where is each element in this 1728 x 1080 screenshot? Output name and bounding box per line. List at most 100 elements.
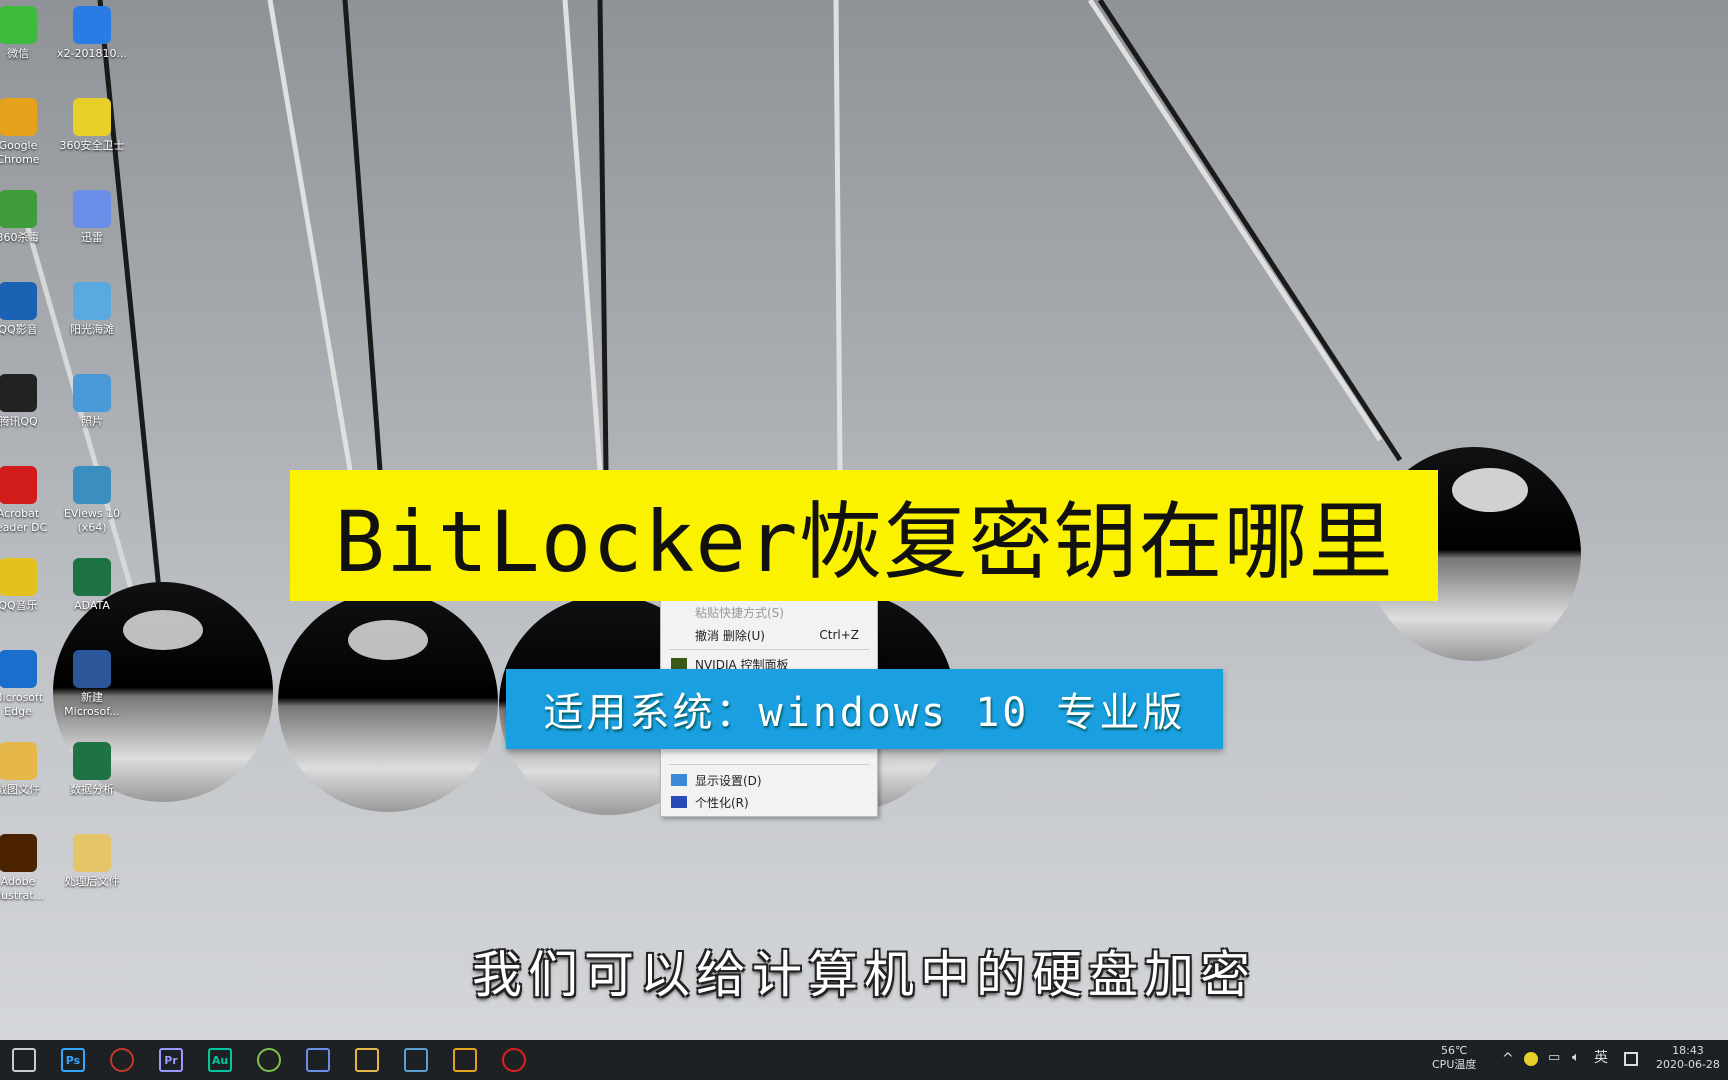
cpu-temp-label: CPU温度 <box>1432 1058 1477 1071</box>
word-file-icon <box>73 650 111 688</box>
chevron-up-icon[interactable]: ^ <box>1502 1052 1514 1066</box>
volume-icon[interactable]: 🔈︎ <box>1572 1051 1580 1065</box>
taskbar-premiere-button[interactable]: Pr <box>159 1048 183 1072</box>
desktop-icon[interactable]: Adobe Illustrat... <box>0 834 58 903</box>
taskbar-task-view-button[interactable] <box>12 1048 36 1072</box>
desktop-icon[interactable]: QQ音乐 <box>0 558 58 613</box>
qq-music-icon <box>0 558 37 596</box>
qq-icon <box>0 374 37 412</box>
menu-item-label: 撤消 删除(U) <box>695 628 765 643</box>
qq-video-icon <box>0 282 37 320</box>
desktop-icon[interactable]: 360杀毒 <box>0 190 58 245</box>
chrome-icon <box>0 98 37 136</box>
desktop-icon[interactable]: 照片 <box>52 374 132 429</box>
desktop-icon[interactable]: Acrobat Reader DC <box>0 466 58 535</box>
audition-icon: Au <box>211 1053 229 1067</box>
360-safe-icon <box>73 98 111 136</box>
photoshop-icon: Ps <box>65 1053 81 1067</box>
desktop-icon-label: 处理后文件 <box>64 875 120 888</box>
folder-icon <box>73 834 111 872</box>
clock[interactable]: 18:43 2020-06-28 <box>1656 1044 1720 1072</box>
personalize-icon <box>671 796 687 808</box>
system-banner: 适用系统：windows 10 专业版 <box>506 669 1223 749</box>
excel-file-icon <box>73 742 111 780</box>
title-banner: BitLocker恢复密钥在哪里 <box>290 470 1438 601</box>
desktop-icon[interactable]: Google Chrome <box>0 98 58 167</box>
image-file-icon <box>73 282 111 320</box>
edge-icon <box>0 650 37 688</box>
ime-indicator[interactable]: 英 <box>1594 1051 1608 1065</box>
desktop-icon[interactable]: x2-201810... <box>52 6 132 61</box>
ime-mode-icon[interactable] <box>1624 1052 1638 1066</box>
desktop-icon[interactable]: ADATA <box>52 558 132 613</box>
menu-item-label: 显示设置(D) <box>695 773 762 788</box>
desktop-icon-label: EViews 10 (x64) <box>63 507 121 534</box>
menu-divider <box>669 764 869 765</box>
acrobat-icon <box>0 466 37 504</box>
menu-item-label: 粘贴快捷方式(S) <box>695 605 784 620</box>
taskbar-chrome-button[interactable] <box>453 1048 477 1072</box>
video-subtitle: 我们可以给计算机中的硬盘加密 <box>472 946 1256 1004</box>
menu-shortcut: Ctrl+Z <box>819 628 859 642</box>
taskbar-file-explorer-button[interactable] <box>355 1048 379 1072</box>
folder-icon <box>0 742 37 780</box>
desktop-icon-label: Acrobat Reader DC <box>0 507 48 534</box>
premiere-icon: Pr <box>164 1053 178 1067</box>
desktop-icon-label: x2-201810... <box>57 47 127 60</box>
desktop-icon[interactable]: Microsoft Edge <box>0 650 58 719</box>
desktop-icon-label: 微信 <box>7 47 29 60</box>
wechat-icon <box>0 6 37 44</box>
network-icon[interactable]: ▭ <box>1548 1051 1560 1065</box>
taskbar-app-green-button[interactable] <box>257 1048 281 1072</box>
360-antivirus-icon <box>0 190 37 228</box>
xunlei-icon <box>73 190 111 228</box>
cpu-temp-value: 56℃ <box>1441 1044 1468 1057</box>
taskbar: Ps Pr Au 56℃ CPU温度 ^ ▭ 🔈︎ 英 18:43 2020-06-28 <box>0 1040 1728 1080</box>
menu-item-label: 个性化(R) <box>695 795 749 810</box>
desktop-icon[interactable]: 迅雷 <box>52 190 132 245</box>
desktop-icon[interactable]: 阳光海滩 <box>52 282 132 337</box>
desktop-icon[interactable]: QQ影音 <box>0 282 58 337</box>
desktop-icon[interactable]: 截图文件 <box>0 742 58 797</box>
desktop-icon[interactable]: 数据分析 <box>52 742 132 797</box>
display-icon <box>671 774 687 786</box>
excel-file-icon <box>73 558 111 596</box>
desktop-icon[interactable]: 新建 Microsof... <box>52 650 132 719</box>
taskbar-photoshop-button[interactable]: Ps <box>61 1048 85 1072</box>
taskbar-app-red-button[interactable] <box>110 1048 134 1072</box>
desktop-icon[interactable]: EViews 10 (x64) <box>52 466 132 535</box>
desktop-icon-label: Adobe Illustrat... <box>0 875 45 902</box>
desktop-icon[interactable]: 微信 <box>0 6 58 61</box>
desktop-icon-label: Microsoft Edge <box>0 691 44 718</box>
desktop-icon-label: QQ音乐 <box>0 599 38 612</box>
desktop-icon-label: 腾讯QQ <box>0 415 38 428</box>
taskbar-app-book-button[interactable] <box>404 1048 428 1072</box>
360-tray-icon[interactable] <box>1524 1052 1538 1066</box>
taskbar-recorder-button[interactable] <box>502 1048 526 1072</box>
illustrator-icon <box>0 834 37 872</box>
cpu-temperature: 56℃ CPU温度 <box>1432 1044 1476 1072</box>
desktop-icon[interactable]: 360安全卫士 <box>52 98 132 153</box>
menu-item-undo-delete[interactable]: 撤消 删除(U) Ctrl+Z <box>661 624 877 646</box>
desktop-icon[interactable]: 腾讯QQ <box>0 374 58 429</box>
desktop-icon-label: 阳光海滩 <box>70 323 114 336</box>
desktop-icon-label: 数据分析 <box>70 783 114 796</box>
desktop-icon-label: 360安全卫士 <box>59 139 125 152</box>
desktop-icon-label: 照片 <box>81 415 103 428</box>
clock-date: 2020-06-28 <box>1656 1058 1720 1071</box>
menu-item-paste-shortcut[interactable]: 粘贴快捷方式(S) <box>661 601 877 623</box>
taskbar-audition-button[interactable]: Au <box>208 1048 232 1072</box>
menu-item-personalize[interactable]: 个性化(R) <box>661 791 877 813</box>
desktop-icon-label: ADATA <box>74 599 110 612</box>
desktop-icon-label: 截图文件 <box>0 783 40 796</box>
menu-item-display-settings[interactable]: 显示设置(D) <box>661 769 877 791</box>
menu-divider <box>669 649 869 650</box>
desktop-icon[interactable]: 处理后文件 <box>52 834 132 889</box>
desktop-icon-label: 新建 Microsof... <box>64 691 120 718</box>
clock-time: 18:43 <box>1672 1044 1704 1057</box>
x2-app-icon <box>73 6 111 44</box>
taskbar-xunlei-button[interactable] <box>306 1048 330 1072</box>
desktop-icon-label: QQ影音 <box>0 323 38 336</box>
desktop-icon-label: 迅雷 <box>81 231 103 244</box>
eviews-icon <box>73 466 111 504</box>
